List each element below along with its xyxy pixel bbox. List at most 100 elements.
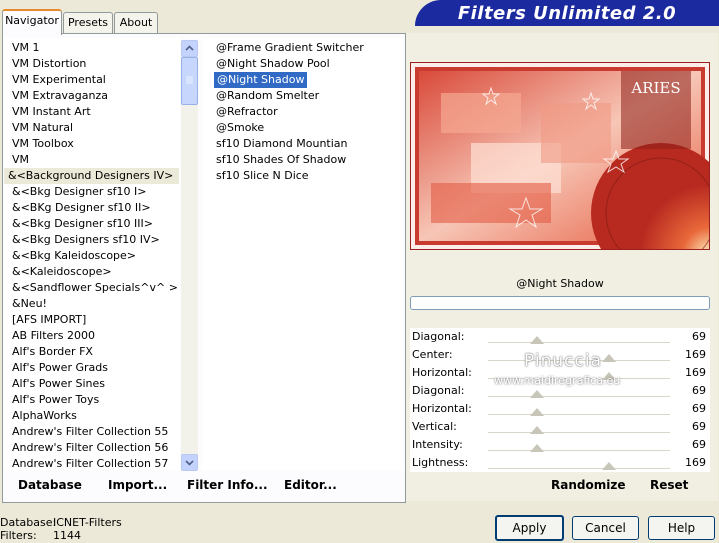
slider-thumb[interactable]: [530, 444, 545, 452]
category-item[interactable]: Alf's Power Grads: [12, 360, 108, 376]
filter-item[interactable]: sf10 Diamond Mountian: [216, 136, 348, 152]
param-label: Diagonal:: [412, 330, 465, 343]
filter-item[interactable]: sf10 Slice N Dice: [216, 168, 309, 184]
filter-item[interactable]: @Frame Gradient Switcher: [216, 40, 364, 56]
slider-track: [488, 342, 670, 343]
param-value: 169: [685, 366, 706, 379]
category-item[interactable]: [AFS IMPORT]: [12, 312, 86, 328]
category-item[interactable]: VM Experimental: [12, 72, 106, 88]
category-item[interactable]: VM Extravaganza: [12, 88, 108, 104]
param-label: Vertical:: [412, 420, 457, 433]
category-list[interactable]: VM 1 VM Distortion VM Experimental VM Extra…: [4, 38, 180, 470]
filters-value: 1144: [53, 529, 81, 542]
watermark-url: www.maidiregrafica.eu: [494, 374, 621, 387]
database-label: Database:: [0, 516, 57, 529]
filter-list[interactable]: @Frame Gradient Switcher @Night Shadow Po…: [202, 38, 402, 470]
slider-thumb[interactable]: [530, 426, 545, 434]
scroll-down-button[interactable]: [181, 454, 198, 471]
filter-item[interactable]: @Random Smelter: [216, 88, 319, 104]
slider-track: [488, 396, 670, 397]
database-link[interactable]: Database: [18, 478, 82, 492]
param-slider[interactable]: Horizontal: 69: [410, 400, 710, 418]
category-item[interactable]: Andrew's Filter Collection 56: [12, 440, 168, 456]
category-item[interactable]: Alf's Power Sines: [12, 376, 105, 392]
database-value: ICNET-Filters: [53, 516, 122, 529]
chevron-down-icon: [185, 460, 194, 466]
category-item[interactable]: &<Bkg Designer sf10 I>: [12, 184, 147, 200]
category-item[interactable]: VM Distortion: [12, 56, 86, 72]
category-item[interactable]: &<Background Designers IV>: [4, 168, 180, 184]
category-item[interactable]: &<Bkg Designer sf10 III>: [12, 216, 153, 232]
scroll-up-button[interactable]: [181, 40, 198, 57]
slider-thumb[interactable]: [530, 390, 545, 398]
param-label: Center:: [412, 348, 453, 361]
slider-thumb[interactable]: [530, 408, 545, 416]
category-item[interactable]: Alf's Power Toys: [12, 392, 99, 408]
randomize-link[interactable]: Randomize: [551, 478, 625, 492]
category-item[interactable]: &<Sandflower Specials^v^ >: [12, 280, 178, 296]
filter-info-link[interactable]: Filter Info...: [187, 478, 268, 492]
category-item[interactable]: Andrew's Filter Collection 55: [12, 424, 168, 440]
param-value: 69: [692, 402, 706, 415]
category-item[interactable]: VM Natural: [12, 120, 73, 136]
category-item[interactable]: AB Filters 2000: [12, 328, 95, 344]
slider-track: [488, 468, 670, 469]
category-item[interactable]: &<BKg Designer sf10 II>: [12, 200, 151, 216]
param-value: 69: [692, 384, 706, 397]
filter-item[interactable]: @Night Shadow: [214, 72, 308, 88]
slider-thumb[interactable]: [601, 462, 616, 470]
category-item[interactable]: VM 1: [12, 40, 40, 56]
category-item[interactable]: &<Kaleidoscope>: [12, 264, 112, 280]
tab-navigator[interactable]: Navigator: [2, 9, 62, 35]
category-item[interactable]: Alf's Border FX: [12, 344, 93, 360]
window-title: Filters Unlimited 2.0: [415, 0, 719, 26]
filter-item[interactable]: @Smoke: [216, 120, 264, 136]
param-value: 69: [692, 330, 706, 343]
reset-link[interactable]: Reset: [650, 478, 688, 492]
import-link[interactable]: Import...: [108, 478, 167, 492]
editor-link[interactable]: Editor...: [284, 478, 337, 492]
param-label: Intensity:: [412, 438, 463, 451]
grip-icon: [186, 76, 193, 84]
slider-track: [488, 414, 670, 415]
apply-button[interactable]: Apply: [495, 515, 564, 541]
filters-label: Filters:: [0, 529, 37, 542]
help-button[interactable]: Help: [648, 516, 715, 540]
param-value: 169: [685, 456, 706, 469]
param-label: Horizontal:: [412, 366, 472, 379]
param-label: Lightness:: [412, 456, 469, 469]
param-value: 169: [685, 348, 706, 361]
category-scrollbar[interactable]: [181, 40, 198, 471]
scroll-thumb[interactable]: [181, 57, 198, 105]
filter-item[interactable]: @Night Shadow Pool: [216, 56, 330, 72]
category-item[interactable]: &Neu!: [12, 296, 47, 312]
param-slider[interactable]: Intensity: 69: [410, 436, 710, 454]
aries-artwork: ARIES: [411, 63, 719, 283]
category-item[interactable]: &<Bkg Kaleidoscope>: [12, 248, 136, 264]
category-item[interactable]: VM: [12, 152, 29, 168]
param-value: 69: [692, 420, 706, 433]
slider-thumb[interactable]: [530, 336, 545, 344]
selected-filter-name: @Night Shadow: [516, 277, 604, 290]
cancel-button[interactable]: Cancel: [572, 516, 639, 540]
slider-track: [488, 450, 670, 451]
slider-track: [488, 432, 670, 433]
category-item[interactable]: VM Instant Art: [12, 104, 91, 120]
param-label: Horizontal:: [412, 402, 472, 415]
tab-about[interactable]: About: [114, 12, 158, 33]
param-label: Diagonal:: [412, 384, 465, 397]
category-item[interactable]: Andrew's Filter Collection 57: [12, 456, 168, 470]
param-slider[interactable]: Diagonal: 69: [410, 328, 710, 346]
filter-item[interactable]: sf10 Shades Of Shadow: [216, 152, 346, 168]
category-item[interactable]: VM Toolbox: [12, 136, 74, 152]
tab-presets[interactable]: Presets: [63, 12, 113, 33]
watermark-name: Pinuccia: [524, 351, 602, 371]
param-slider[interactable]: Lightness: 169: [410, 454, 710, 472]
filter-item[interactable]: @Refractor: [216, 104, 278, 120]
category-item[interactable]: AlphaWorks: [12, 408, 77, 424]
slider-thumb[interactable]: [601, 354, 616, 362]
progress-bar: [410, 296, 710, 310]
category-item[interactable]: &<Bkg Designers sf10 IV>: [12, 232, 160, 248]
param-slider[interactable]: Vertical: 69: [410, 418, 710, 436]
param-value: 69: [692, 438, 706, 451]
